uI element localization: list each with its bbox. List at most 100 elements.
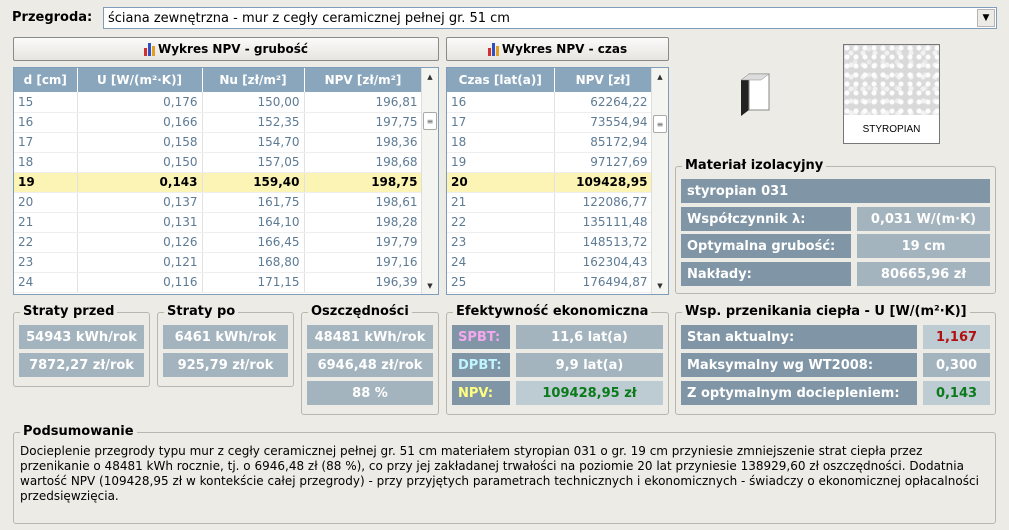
table-row[interactable]: 16 62264,22 xyxy=(447,92,653,113)
time-table[interactable]: Czas [lat(a)] NPV [zł] 16 62264,22 17 73554,… xyxy=(446,67,669,295)
table-cell: 197,16 xyxy=(304,252,423,273)
table-row[interactable]: 25 176494,87 xyxy=(447,272,653,293)
table-cell: 198,36 xyxy=(304,132,423,153)
table-row[interactable]: 16 0,166 152,35 197,75 xyxy=(14,112,423,133)
table-cell: 0,137 xyxy=(77,192,203,213)
table-row[interactable]: 17 0,158 154,70 198,36 xyxy=(14,132,423,153)
losses-after-title: Straty po xyxy=(164,304,239,320)
table-cell: 0,131 xyxy=(77,212,203,233)
current-state-label: Stan aktualny: xyxy=(681,325,917,349)
table-row[interactable]: 19 97127,69 xyxy=(447,152,653,173)
thickness-table-header-0[interactable]: d [cm] xyxy=(14,68,78,92)
table-cell: 154,70 xyxy=(202,132,305,153)
table-cell: 18 xyxy=(447,132,555,153)
thickness-table-header-2[interactable]: Nu [zł/m²] xyxy=(202,68,305,92)
table-cell: 197,75 xyxy=(304,112,423,133)
table-cell: 17 xyxy=(14,132,78,153)
optimal-thickness-label: Optymalna grubość: xyxy=(681,234,851,258)
table-cell: 198,68 xyxy=(304,152,423,173)
table-cell: 162304,43 xyxy=(554,252,653,273)
table-cell: 23 xyxy=(447,232,555,253)
table-cell: 168,80 xyxy=(202,252,305,273)
table-cell: 135111,48 xyxy=(554,212,653,233)
savings-kwh: 48481 kWh/rok xyxy=(307,325,433,349)
table-row[interactable]: 20 0,137 161,75 198,61 xyxy=(14,192,423,213)
table-cell: 161,75 xyxy=(202,192,305,213)
table-cell: 24 xyxy=(14,272,78,293)
table-row[interactable]: 15 0,176 150,00 196,81 xyxy=(14,92,423,113)
table-cell: 0,121 xyxy=(77,252,203,273)
losses-before-pln: 7872,27 zł/rok xyxy=(19,353,144,377)
table-cell: 16 xyxy=(447,92,555,113)
scroll-down-icon[interactable]: ▼ xyxy=(423,278,437,293)
max-wt2008-label: Maksymalny wg WT2008: xyxy=(681,353,917,377)
table-cell: 62264,22 xyxy=(554,92,653,113)
scroll-thumb[interactable]: ≡ xyxy=(653,115,667,133)
time-table-header-0[interactable]: Czas [lat(a)] xyxy=(447,68,555,92)
table-row[interactable]: 18 85172,94 xyxy=(447,132,653,153)
table-cell: 16 xyxy=(14,112,78,133)
time-table-header-1[interactable]: NPV [zł] xyxy=(554,68,653,92)
thickness-table-header-1[interactable]: U [W/(m²·K)] xyxy=(77,68,203,92)
table-cell: 152,35 xyxy=(202,112,305,133)
table-cell: 24 xyxy=(447,252,555,273)
scroll-up-icon[interactable]: ▲ xyxy=(423,69,437,84)
bar-chart-icon xyxy=(487,42,499,56)
chevron-down-icon[interactable]: ▼ xyxy=(977,9,995,27)
table-cell: 21 xyxy=(447,192,555,213)
table-cell: 15 xyxy=(14,92,78,113)
table-row[interactable]: 20 109428,95 xyxy=(447,172,653,193)
lambda-value: 0,031 W/(m·K) xyxy=(857,207,990,231)
table-row[interactable]: 23 0,121 168,80 197,16 xyxy=(14,252,423,273)
current-state-value: 1,167 xyxy=(923,325,990,349)
time-table-scrollbar[interactable]: ▲ ≡ ▼ xyxy=(651,68,668,294)
npv-time-chart-label: Wykres NPV - czas xyxy=(501,42,628,56)
table-cell: 164,10 xyxy=(202,212,305,233)
summary-text: Docieplenie przegrody typu mur z cegły c… xyxy=(20,444,979,503)
savings-title: Oszczędności xyxy=(308,304,412,320)
insulation-title: Materiał izolacyjny xyxy=(682,158,827,174)
npv-thickness-chart-button[interactable]: Wykres NPV - grubość xyxy=(13,37,439,61)
scroll-down-icon[interactable]: ▼ xyxy=(653,278,667,293)
scroll-thumb[interactable]: ≡ xyxy=(423,112,437,130)
table-cell: 196,81 xyxy=(304,92,423,113)
table-row[interactable]: 19 0,143 159,40 198,75 xyxy=(14,172,423,193)
optimal-insulation-label: Z optymalnym dociepleniem: xyxy=(681,381,917,405)
table-row[interactable]: 17 73554,94 xyxy=(447,112,653,133)
table-cell: 157,05 xyxy=(202,152,305,173)
table-row[interactable]: 24 162304,43 xyxy=(447,252,653,273)
table-cell: 20 xyxy=(447,172,555,193)
table-row[interactable]: 21 122086,77 xyxy=(447,192,653,213)
dpbt-value: 9,9 lat(a) xyxy=(516,353,663,377)
material-image-caption: STYROPIAN xyxy=(862,123,921,135)
table-cell: 171,15 xyxy=(202,272,305,293)
table-cell: 159,40 xyxy=(202,172,305,193)
table-cell: 0,116 xyxy=(77,272,203,293)
styrofoam-texture xyxy=(844,45,939,115)
table-cell: 0,150 xyxy=(77,152,203,173)
table-cell: 196,39 xyxy=(304,272,423,293)
heat-coefficient-title: Wsp. przenikania ciepła - U [W/(m²·K)] xyxy=(682,304,970,320)
bar-chart-icon xyxy=(143,42,155,56)
thickness-table-scrollbar[interactable]: ▲ ≡ ▼ xyxy=(421,68,438,294)
npv-label: NPV: xyxy=(452,381,510,405)
thickness-table-header-3[interactable]: NPV [zł/m²] xyxy=(304,68,423,92)
savings-percent: 88 % xyxy=(307,381,433,405)
table-cell: 122086,77 xyxy=(554,192,653,213)
table-row[interactable]: 21 0,131 164,10 198,28 xyxy=(14,212,423,233)
table-cell: 150,00 xyxy=(202,92,305,113)
table-cell: 22 xyxy=(14,232,78,253)
table-row[interactable]: 23 148513,72 xyxy=(447,232,653,253)
table-row[interactable]: 22 135111,48 xyxy=(447,212,653,233)
npv-time-chart-button[interactable]: Wykres NPV - czas xyxy=(446,37,669,61)
table-row[interactable]: 22 0,126 166,45 197,79 xyxy=(14,232,423,253)
thickness-table[interactable]: d [cm] U [W/(m²·K)] Nu [zł/m²] NPV [zł/m²] … xyxy=(13,67,439,295)
partition-select[interactable]: ściana zewnętrzna - mur z cegły ceramicz… xyxy=(103,7,997,29)
table-row[interactable]: 24 0,116 171,15 196,39 xyxy=(14,272,423,293)
npv-value: 109428,95 zł xyxy=(516,381,663,405)
spbt-value: 11,6 lat(a) xyxy=(516,325,663,349)
table-cell: 198,28 xyxy=(304,212,423,233)
scroll-up-icon[interactable]: ▲ xyxy=(653,69,667,84)
lambda-label: Współczynnik λ: xyxy=(681,207,851,231)
table-row[interactable]: 18 0,150 157,05 198,68 xyxy=(14,152,423,173)
